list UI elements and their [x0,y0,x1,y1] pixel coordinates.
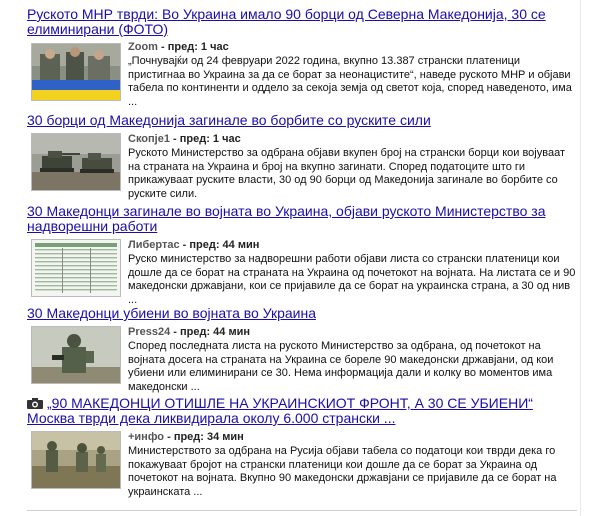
news-item-body: +инфо - пред: 34 мин Министерството за о… [27,431,577,499]
publish-time: пред: 34 мин [173,431,244,443]
meta-separator: - [179,239,190,251]
news-item-info: Press24 - пред: 44 мин Според последната… [128,326,577,394]
headline-link[interactable]: 30 Македонци загинале во војната во Укра… [27,204,577,234]
news-item-info: +инфо - пред: 34 мин Министерството за о… [128,431,577,499]
news-item-body: Скопје1 - пред: 1 час Руското Министерст… [27,133,577,201]
meta-separator: - [169,133,180,145]
thumbnail-image[interactable] [31,431,121,489]
meta-separator: - [170,326,180,338]
thumbnail-image[interactable] [31,239,121,297]
list-divider [27,510,577,511]
news-meta: +инфо - пред: 34 мин [128,431,577,444]
source-name[interactable]: Скопје1 [128,133,170,145]
source-name[interactable]: Press24 [128,326,170,338]
news-meta: Скопје1 - пред: 1 час [128,133,577,146]
headline-link[interactable]: 30 Македонци убиени во војната во Украин… [27,306,577,321]
news-snippet: „Почнувајќи од 24 февруари 2022 година, … [128,55,572,108]
news-snippet: Според последната листа на руското Минис… [128,340,554,393]
publish-time: пред: 1 час [167,41,229,53]
news-meta: Zoom - пред: 1 час [128,41,577,54]
news-item: 30 Македонци загинале во војната во Укра… [27,204,577,307]
news-list: Руското МНР тврди: Во Украина имало 90 б… [0,0,578,516]
meta-separator: - [164,431,174,443]
headline-link[interactable]: 30 борци од Македонија загинале во борби… [27,113,577,128]
headline-link[interactable]: „90 МАКЕДОНЦИ ОТИШЛЕ НА УКРАИНСКИОТ ФРОН… [27,396,577,426]
camera-icon [27,398,43,409]
news-snippet: Министерството за одбрана на Русија обја… [128,445,557,498]
thumbnail-image[interactable] [31,133,121,191]
news-item-info: Zoom - пред: 1 час „Почнувајќи од 24 фев… [128,41,577,109]
news-item-body: Zoom - пред: 1 час „Почнувајќи од 24 фев… [27,41,577,109]
tanks-photo-icon [32,134,120,190]
meta-separator: - [157,41,168,53]
news-item-info: Скопје1 - пред: 1 час Руското Министерст… [128,133,577,201]
soldiers-field-photo-icon [32,432,120,488]
news-item: „90 МАКЕДОНЦИ ОТИШЛЕ НА УКРАИНСКИОТ ФРОН… [27,396,577,499]
source-name[interactable]: Zoom [128,41,158,53]
news-item: Руското МНР тврди: Во Украина имало 90 б… [27,7,577,109]
publish-time: пред: 1 час [179,133,241,145]
news-item: 30 борци од Македонија загинале во борби… [27,113,577,201]
news-snippet: Руско министерство за надворешни работи … [128,253,576,306]
news-snippet: Руското Министерство за одбрана објави в… [128,147,565,200]
thumbnail-image[interactable] [31,326,121,384]
news-item-body: Press24 - пред: 44 мин Според последната… [27,326,577,394]
vertical-scrollbar[interactable] [580,0,600,516]
news-item-body: Либертас - пред: 44 мин Руско министерст… [27,239,577,307]
source-name[interactable]: Либертас [128,239,180,251]
headline-text: „90 МАКЕДОНЦИ ОТИШЛЕ НА УКРАИНСКИОТ ФРОН… [27,395,533,426]
news-item: 30 Македонци убиени во војната во Украин… [27,306,577,394]
soldier-photo-icon [32,327,120,383]
publish-time: пред: 44 мин [189,239,260,251]
source-name[interactable]: +инфо [128,431,164,443]
news-meta: Press24 - пред: 44 мин [128,326,577,339]
soldiers-with-flag-photo-icon [32,44,120,100]
thumbnail-image[interactable] [31,43,121,101]
news-item-info: Либертас - пред: 44 мин Руско министерст… [128,239,577,307]
news-meta: Либертас - пред: 44 мин [128,239,577,252]
publish-time: пред: 44 мин [180,326,251,338]
data-table-photo-icon [32,240,120,296]
headline-link[interactable]: Руското МНР тврди: Во Украина имало 90 б… [27,7,577,37]
